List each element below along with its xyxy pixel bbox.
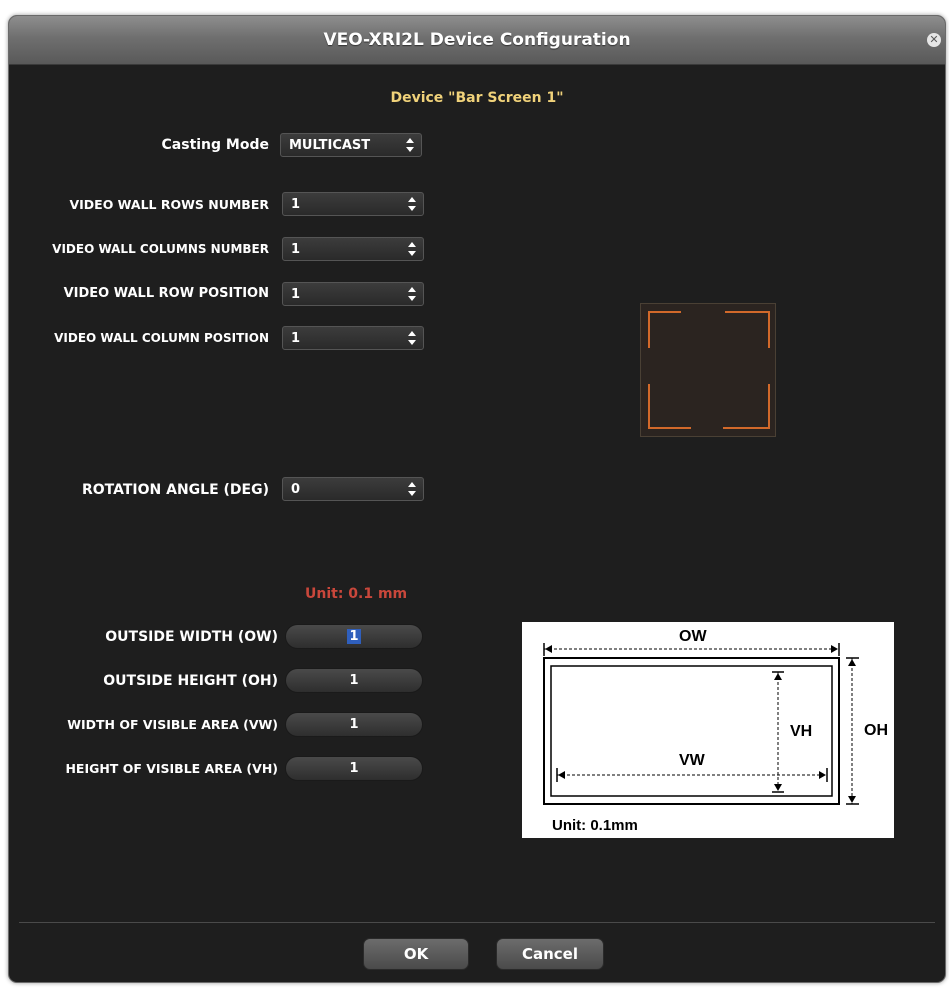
outside-height-input[interactable]: 1 [285, 668, 423, 693]
video-wall-row-position-label: VIDEO WALL ROW POSITION [63, 286, 269, 301]
rotation-angle-value: 0 [291, 482, 301, 497]
diagram-unit-label: Unit: 0.1mm [552, 817, 638, 834]
visible-height-value: 1 [349, 761, 359, 776]
updown-arrows-icon [408, 242, 416, 256]
video-wall-row-position-value: 1 [291, 287, 301, 302]
visible-width-label: WIDTH OF VISIBLE AREA (VW) [67, 717, 278, 732]
outside-width-value: 1 [347, 629, 361, 644]
video-wall-preview [640, 303, 776, 437]
video-wall-columns-value: 1 [291, 242, 301, 257]
casting-mode-value: MULTICAST [289, 138, 371, 153]
outside-height-value: 1 [349, 673, 359, 688]
rotation-angle-label: ROTATION ANGLE (DEG) [81, 482, 269, 498]
unit-note: Unit: 0.1 mm [305, 586, 408, 602]
ok-button[interactable]: OK [363, 938, 469, 970]
video-wall-column-position-value: 1 [291, 331, 301, 346]
updown-arrows-icon [408, 287, 416, 301]
visible-height-input[interactable]: 1 [285, 756, 423, 781]
video-wall-rows-value: 1 [291, 197, 301, 212]
casting-mode-label: Casting Mode [161, 137, 269, 153]
video-wall-column-position-label: VIDEO WALL COLUMN POSITION [54, 331, 269, 345]
updown-arrows-icon [408, 331, 416, 345]
outside-width-label: OUTSIDE WIDTH (OW) [105, 629, 278, 645]
video-wall-column-position-select[interactable]: 1 [282, 326, 424, 350]
device-label: Device "Bar Screen 1" [390, 90, 564, 106]
dimension-diagram: OW OH VW VH Unit: 0.1mm [522, 622, 894, 838]
video-wall-row-position-select[interactable]: 1 [282, 282, 424, 306]
window-title: VEO-XRI2L Device Configuration [323, 30, 631, 50]
ow-label: OW [679, 628, 707, 645]
close-icon[interactable]: ✕ [927, 33, 941, 47]
oh-label: OH [864, 722, 888, 739]
title-bar: VEO-XRI2L Device Configuration ✕ [9, 16, 945, 65]
updown-arrows-icon [406, 138, 414, 152]
updown-arrows-icon [408, 197, 416, 211]
video-wall-columns-label: VIDEO WALL COLUMNS NUMBER [52, 242, 269, 256]
video-wall-rows-label: VIDEO WALL ROWS NUMBER [69, 197, 269, 212]
visible-width-value: 1 [349, 717, 359, 732]
screen-frame-preview [648, 311, 770, 429]
rotation-angle-select[interactable]: 0 [282, 477, 424, 501]
footer-divider [19, 922, 935, 923]
visible-width-input[interactable]: 1 [285, 712, 423, 737]
video-wall-rows-select[interactable]: 1 [282, 192, 424, 216]
casting-mode-select[interactable]: MULTICAST [280, 133, 422, 157]
dimension-diagram-drawing [543, 643, 859, 805]
outside-height-label: OUTSIDE HEIGHT (OH) [103, 673, 278, 689]
outside-width-input[interactable]: 1 [285, 624, 423, 649]
cancel-button[interactable]: Cancel [496, 938, 604, 970]
video-wall-columns-select[interactable]: 1 [282, 237, 424, 261]
vh-label: VH [790, 723, 813, 740]
visible-height-label: HEIGHT OF VISIBLE AREA (VH) [65, 761, 278, 776]
config-dialog: VEO-XRI2L Device Configuration ✕ Device … [8, 15, 946, 983]
updown-arrows-icon [408, 482, 416, 496]
vw-label: VW [679, 752, 705, 769]
